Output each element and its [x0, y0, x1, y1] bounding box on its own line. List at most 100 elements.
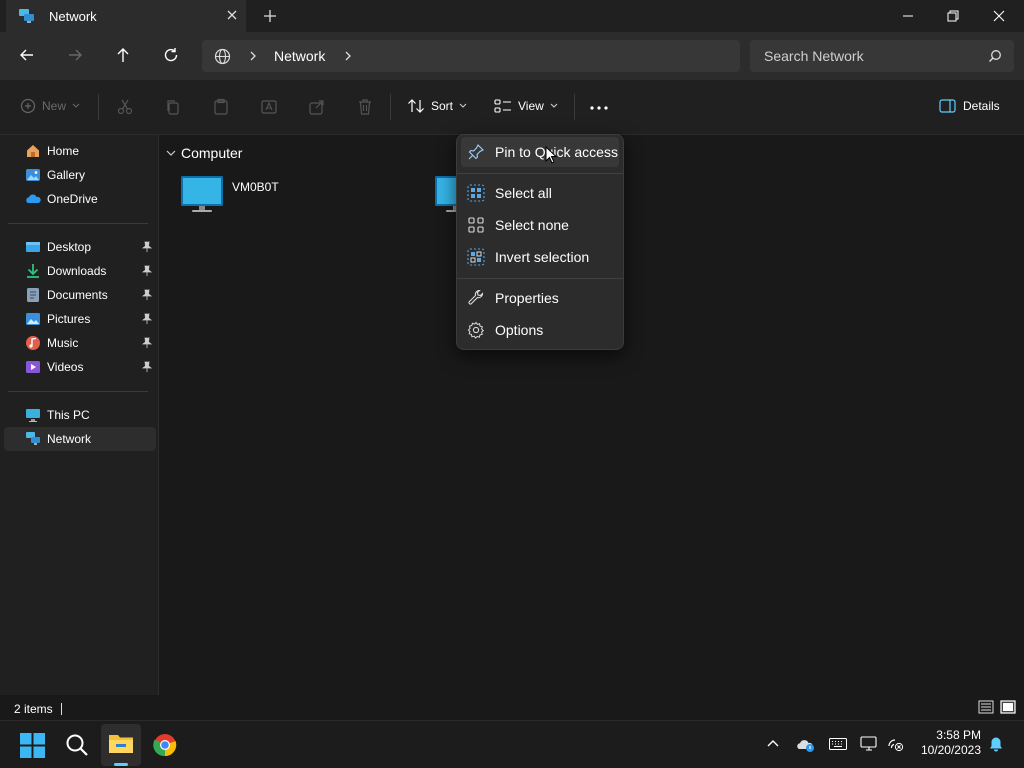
rename-icon	[261, 100, 277, 114]
desktop-folder-icon	[26, 242, 40, 252]
chrome-icon[interactable]	[153, 733, 177, 757]
music-folder-icon	[26, 336, 40, 350]
menu-item-label: Properties	[495, 290, 559, 306]
close-window-button[interactable]	[976, 0, 1022, 32]
details-pane-icon	[939, 99, 956, 113]
sort-label: Sort	[431, 99, 454, 113]
sort-button[interactable]: Sort	[407, 98, 467, 114]
sidebar-item-label: Pictures	[47, 312, 91, 326]
sidebar-item-desktop[interactable]: Desktop	[4, 235, 156, 259]
sidebar-item-videos[interactable]: Videos	[4, 355, 156, 379]
sidebar-item-label: OneDrive	[47, 192, 98, 206]
search-icon[interactable]	[988, 49, 1002, 63]
sidebar-item-downloads[interactable]: Downloads	[4, 259, 156, 283]
search-input[interactable]: Search Network	[764, 48, 864, 64]
notification-bell-icon[interactable]	[988, 736, 1004, 752]
chevron-down-icon	[550, 103, 558, 108]
network-computer-item[interactable]: VM0B0T	[180, 174, 279, 214]
trash-icon	[359, 99, 371, 115]
view-icon	[494, 99, 511, 113]
invert-selection-icon	[467, 248, 485, 266]
share-icon	[309, 100, 324, 115]
system-clock[interactable]: 3:58 PM 10/20/2023	[913, 728, 981, 758]
breadcrumb-network[interactable]: Network	[274, 48, 325, 64]
menu-item-options[interactable]: Options	[461, 315, 619, 345]
sidebar-item-onedrive[interactable]: OneDrive	[4, 187, 156, 211]
sidebar-item-label: Network	[47, 432, 92, 446]
close-tab-icon[interactable]	[225, 8, 239, 22]
sidebar-item-label: Downloads	[47, 264, 107, 278]
sidebar-item-label: Desktop	[47, 240, 92, 254]
sidebar-divider	[8, 391, 148, 392]
chevron-down-icon	[72, 103, 80, 108]
menu-item-label: Select all	[495, 185, 552, 201]
display-icon[interactable]	[860, 736, 878, 752]
separator	[574, 94, 575, 120]
sidebar-item-home[interactable]: Home	[4, 139, 156, 163]
details-label: Details	[963, 99, 1000, 113]
videos-folder-icon	[26, 361, 40, 373]
sidebar-item-documents[interactable]: Documents	[4, 283, 156, 307]
sidebar-divider	[8, 223, 148, 224]
sidebar-item-network[interactable]: Network	[4, 427, 156, 451]
minimize-button[interactable]	[885, 0, 931, 32]
onedrive-sync-icon[interactable]	[796, 737, 816, 753]
menu-item-select-all[interactable]: Select all	[461, 178, 619, 208]
menu-item-invert-selection[interactable]: Invert selection	[461, 242, 619, 272]
sidebar-item-gallery[interactable]: Gallery	[4, 163, 156, 187]
large-icons-view-icon[interactable]	[1000, 700, 1016, 714]
tab-network[interactable]: Network	[6, 0, 246, 32]
separator	[390, 94, 391, 120]
menu-item-properties[interactable]: Properties	[461, 283, 619, 313]
mouse-cursor-icon	[545, 146, 557, 164]
search-box[interactable]: Search Network	[750, 40, 1014, 72]
see-more-button[interactable]	[590, 106, 608, 110]
start-windows-icon[interactable]	[20, 733, 45, 758]
show-hidden-icons-chevron-icon[interactable]	[766, 738, 780, 748]
separator	[98, 94, 99, 120]
menu-item-label: Options	[495, 322, 544, 338]
share-button[interactable]	[308, 98, 326, 116]
back-arrow-icon[interactable]	[18, 46, 36, 64]
address-bar[interactable]: Network	[202, 40, 740, 72]
new-tab-icon[interactable]	[262, 8, 278, 24]
restore-button[interactable]	[930, 0, 976, 32]
keyboard-icon[interactable]	[829, 738, 847, 750]
details-view-icon[interactable]	[978, 700, 994, 714]
delete-button[interactable]	[356, 98, 374, 116]
scissors-icon	[117, 99, 133, 115]
group-header-computer[interactable]: Computer	[166, 145, 242, 161]
file-explorer-icon[interactable]	[108, 731, 134, 755]
new-label: New	[42, 99, 67, 113]
cut-button[interactable]	[116, 98, 134, 116]
sidebar-item-this-pc[interactable]: This PC	[4, 403, 156, 427]
sidebar-item-pictures[interactable]: Pictures	[4, 307, 156, 331]
clock-time: 3:58 PM	[936, 728, 981, 742]
home-icon	[27, 145, 39, 157]
breadcrumb-chevron-icon[interactable]	[343, 50, 353, 62]
network-disconnected-icon[interactable]	[886, 736, 904, 752]
new-button[interactable]: New	[20, 98, 80, 114]
details-button[interactable]: Details	[939, 98, 1000, 114]
refresh-icon[interactable]	[162, 46, 180, 64]
paste-button[interactable]	[212, 98, 230, 116]
sidebar-item-music[interactable]: Music	[4, 331, 156, 355]
see-more-menu: Pin to Quick access Select all Select no…	[456, 134, 624, 350]
menu-item-label: Select none	[495, 217, 569, 233]
taskbar-search-icon[interactable]	[65, 733, 89, 757]
breadcrumb-chevron-icon[interactable]	[248, 50, 258, 62]
menu-item-select-none[interactable]: Select none	[461, 210, 619, 240]
sidebar-item-label: Home	[47, 144, 80, 158]
add-circle-icon	[20, 98, 36, 114]
chevron-down-icon	[459, 103, 467, 108]
view-button[interactable]: View	[494, 98, 558, 114]
forward-arrow-icon[interactable]	[66, 46, 84, 64]
select-all-icon	[467, 184, 485, 202]
menu-item-pin-to-quick-access[interactable]: Pin to Quick access	[461, 137, 619, 167]
chevron-down-icon	[166, 150, 176, 156]
copy-icon	[167, 100, 179, 115]
up-arrow-icon[interactable]	[114, 46, 132, 64]
downloads-folder-icon	[27, 264, 39, 278]
rename-button[interactable]	[260, 98, 278, 116]
copy-button[interactable]	[164, 98, 182, 116]
